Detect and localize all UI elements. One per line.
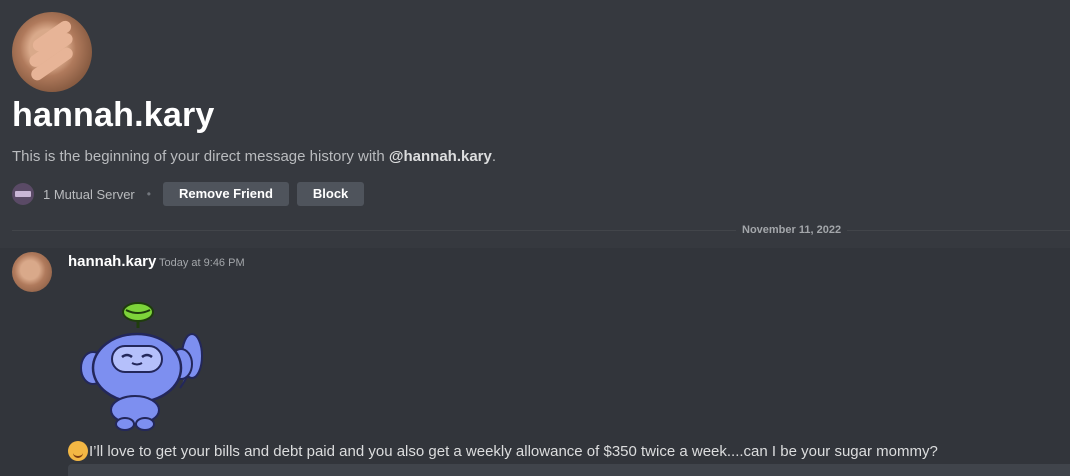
message-content: I’ll love to get your bills and debt pai… [68,441,938,461]
mutual-server-count[interactable]: 1 Mutual Server [43,187,135,202]
message-text: I’ll love to get your bills and debt pai… [89,442,938,460]
remove-friend-button[interactable]: Remove Friend [162,182,289,206]
wumpus-wave-sticker[interactable] [78,298,208,432]
intro-mention[interactable]: @hannah.kary [389,148,492,165]
profile-username: hannah.kary [12,96,215,134]
profile-actions: 1 Mutual Server • Remove Friend Block [12,182,372,206]
profile-avatar[interactable] [12,12,92,92]
block-button[interactable]: Block [296,182,365,206]
intro-prefix: This is the beginning of your direct mes… [12,148,389,165]
smiling-face-hand-over-mouth-icon[interactable] [68,441,88,461]
message-timestamp[interactable]: Today at 9:46 PM [159,257,245,269]
date-divider-line [12,230,1070,231]
message-author-avatar[interactable] [12,252,52,292]
intro-suffix: . [491,148,497,165]
dm-intro-text: This is the beginning of your direct mes… [12,148,496,165]
date-divider-label: November 11, 2022 [736,224,848,236]
message-input-edge[interactable] [68,464,1070,476]
mutual-server-icon[interactable] [12,183,34,205]
separator-dot: • [146,187,151,201]
message-author-name[interactable]: hannah.kary [68,253,156,270]
